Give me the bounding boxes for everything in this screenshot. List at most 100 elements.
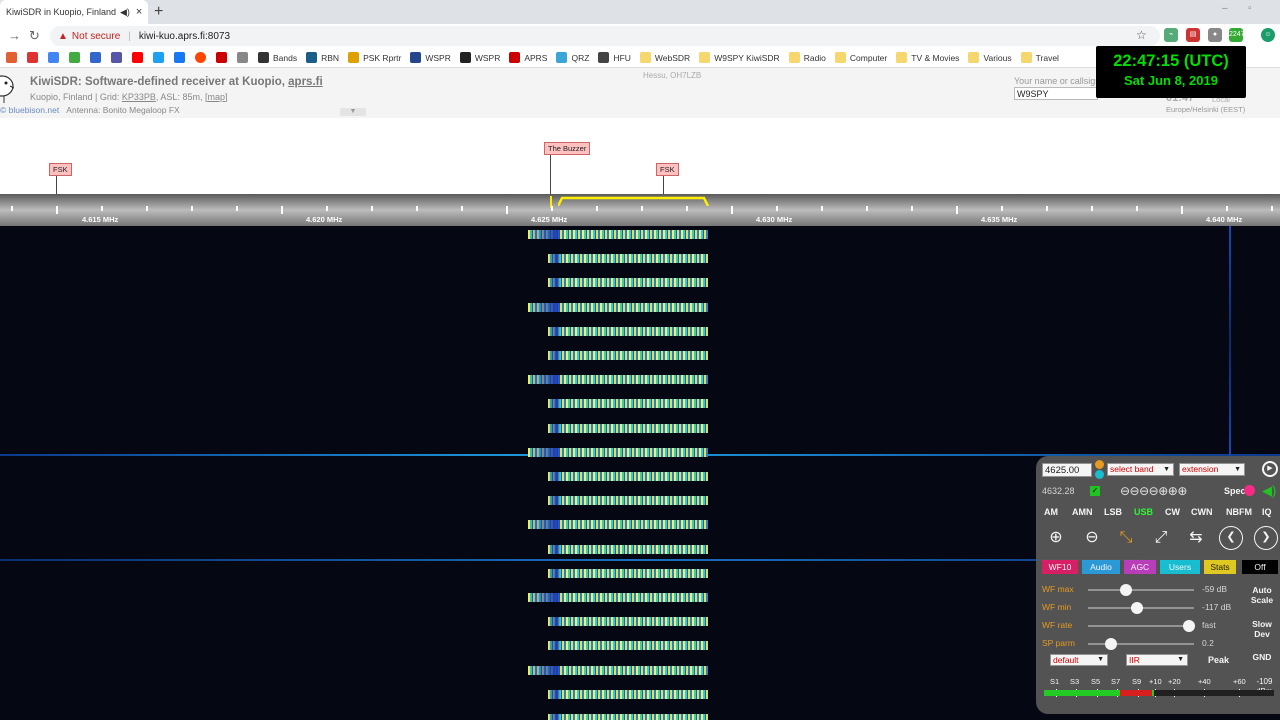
play-icon[interactable]: ▶ bbox=[1262, 461, 1278, 477]
dx-label-buzzer[interactable]: The Buzzer bbox=[544, 142, 591, 155]
collapse-arrow-icon[interactable]: ▼ bbox=[340, 108, 366, 116]
minimize-icon[interactable]: – bbox=[1222, 3, 1228, 14]
antenna-icon[interactable] bbox=[237, 52, 248, 63]
bookmark-icon[interactable] bbox=[216, 52, 227, 63]
mode-button-cwn[interactable]: CWN bbox=[1191, 507, 1213, 517]
zoom-max-icon[interactable]: ⤢ bbox=[1149, 526, 1173, 550]
bookmark-item[interactable]: Computer bbox=[834, 52, 887, 63]
slider-knob[interactable] bbox=[1182, 620, 1195, 632]
slow-dev-button[interactable]: Slow Dev bbox=[1246, 619, 1278, 639]
dx-label-fsk[interactable]: FSK bbox=[656, 163, 679, 176]
profile-icon[interactable]: ☺ bbox=[1261, 28, 1275, 42]
panel-tab-users[interactable]: Users bbox=[1160, 560, 1200, 574]
google-icon[interactable] bbox=[48, 52, 59, 63]
passband-marker[interactable] bbox=[558, 196, 710, 206]
panel-tab-audio[interactable]: Audio bbox=[1082, 560, 1120, 574]
gnd-button[interactable]: GND bbox=[1246, 652, 1278, 662]
mode-button-iq[interactable]: IQ bbox=[1262, 507, 1272, 517]
zoom-in-icon[interactable]: ⊕ bbox=[1044, 526, 1068, 550]
frequency-input[interactable] bbox=[1042, 463, 1092, 477]
bookmark-star-icon[interactable]: ☆ bbox=[1136, 28, 1147, 42]
panel-tab-wf10[interactable]: WF10 bbox=[1042, 560, 1078, 574]
bookmark-item[interactable]: APRS bbox=[509, 52, 547, 63]
slider-label: SP parm bbox=[1042, 638, 1075, 648]
extension-icon[interactable]: ▤ bbox=[1186, 28, 1200, 42]
credit-link[interactable]: © bluebison.net bbox=[0, 105, 59, 115]
bookmark-item[interactable]: WSPR bbox=[459, 52, 500, 63]
memory-icon[interactable] bbox=[1095, 470, 1104, 479]
callsign-input[interactable] bbox=[1014, 87, 1098, 100]
close-tab-icon[interactable]: × bbox=[136, 6, 142, 18]
iir-dropdown[interactable]: IIR ▼ bbox=[1126, 654, 1188, 666]
zoom-out-icon[interactable]: ⊖ bbox=[1080, 526, 1104, 550]
bookmark-item[interactable]: HFU bbox=[598, 52, 631, 63]
mode-button-lsb[interactable]: LSB bbox=[1104, 507, 1122, 517]
peak-button[interactable]: Peak bbox=[1208, 655, 1229, 665]
frequency-scale[interactable]: 4.615 MHz 4.620 MHz 4.625 MHz 4.630 MHz … bbox=[0, 194, 1280, 226]
map-link[interactable]: map bbox=[207, 92, 225, 102]
bookmark-icon[interactable] bbox=[90, 52, 101, 63]
chevron-left-icon[interactable]: ❮ bbox=[1219, 526, 1243, 550]
panel-tab-stats[interactable]: Stats bbox=[1204, 560, 1236, 574]
auto-scale-button[interactable]: Auto Scale bbox=[1246, 585, 1278, 605]
slider-knob[interactable] bbox=[1130, 602, 1143, 614]
dx-label-fsk[interactable]: FSK bbox=[49, 163, 72, 176]
twitter-icon[interactable] bbox=[153, 52, 164, 63]
new-tab-icon[interactable]: + bbox=[154, 3, 163, 21]
gmail-icon[interactable] bbox=[27, 52, 38, 63]
grid-link[interactable]: KP33PB bbox=[122, 92, 156, 102]
checkbox-icon[interactable]: ✓ bbox=[1090, 486, 1100, 496]
bookmark-item[interactable]: TV & Movies bbox=[896, 52, 959, 63]
extension-icon[interactable]: ⌁ bbox=[1164, 28, 1178, 42]
reddit-icon[interactable] bbox=[195, 52, 206, 63]
mode-button-cw[interactable]: CW bbox=[1165, 507, 1180, 517]
maps-icon[interactable] bbox=[69, 52, 80, 63]
bookmark-item[interactable]: Various bbox=[968, 52, 1012, 63]
mode-button-usb[interactable]: USB bbox=[1134, 507, 1153, 517]
slider-track[interactable] bbox=[1088, 589, 1194, 591]
slider-track[interactable] bbox=[1088, 625, 1194, 627]
bookmark-item[interactable]: WSPR bbox=[410, 52, 451, 63]
bookmark-item[interactable]: W9SPY KiwiSDR bbox=[699, 52, 780, 63]
record-icon[interactable] bbox=[1244, 485, 1255, 496]
slider-knob[interactable] bbox=[1120, 584, 1133, 596]
spec-button[interactable]: Spec bbox=[1224, 486, 1246, 496]
zoom-step-buttons[interactable]: ⊖⊖⊖⊖⊕⊕⊕ bbox=[1120, 484, 1187, 498]
reload-icon[interactable]: ↻ bbox=[29, 28, 40, 44]
back-icon[interactable]: → bbox=[8, 28, 21, 43]
mode-button-amn[interactable]: AMN bbox=[1072, 507, 1093, 517]
bookmark-item[interactable]: Radio bbox=[788, 52, 826, 63]
bookmark-item[interactable]: Travel bbox=[1020, 52, 1059, 63]
bookmark-item[interactable]: Bands bbox=[258, 52, 297, 63]
youtube-icon[interactable] bbox=[132, 52, 143, 63]
bookmark-item[interactable]: RBN bbox=[306, 52, 339, 63]
slider-knob[interactable] bbox=[1105, 638, 1118, 650]
mode-button-nbfm[interactable]: NBFM bbox=[1226, 507, 1252, 517]
speaker-icon[interactable]: ◀) bbox=[1262, 483, 1276, 499]
extension-dropdown[interactable]: extension ▼ bbox=[1179, 463, 1245, 476]
facebook-icon[interactable] bbox=[174, 52, 185, 63]
bookmark-icon[interactable] bbox=[6, 52, 17, 63]
maximize-icon[interactable]: ▫ bbox=[1248, 3, 1252, 14]
waterfall-signal-row bbox=[528, 230, 708, 239]
extension-icon[interactable]: ● bbox=[1208, 28, 1222, 42]
address-bar[interactable]: ▲ Not secure | kiwi-kuo.aprs.fi:8073 bbox=[50, 26, 1160, 46]
lock-icon[interactable] bbox=[1095, 460, 1104, 469]
panel-tab-off[interactable]: Off bbox=[1242, 560, 1278, 574]
extension-badge-icon[interactable]: 2247 bbox=[1229, 28, 1245, 42]
zoom-to-band-icon[interactable]: ⤡ bbox=[1114, 526, 1138, 550]
slider-track[interactable] bbox=[1088, 643, 1194, 645]
chevron-right-icon[interactable]: ❯ bbox=[1254, 526, 1278, 550]
select-band-dropdown[interactable]: select band ▼ bbox=[1107, 463, 1174, 476]
bookmark-item[interactable]: PSK Rprtr bbox=[348, 52, 401, 63]
default-dropdown[interactable]: default ▼ bbox=[1050, 654, 1108, 666]
bookmark-item[interactable]: QRZ bbox=[556, 52, 589, 63]
aprs-link[interactable]: aprs.fi bbox=[288, 76, 323, 88]
panel-tab-agc[interactable]: AGC bbox=[1124, 560, 1156, 574]
bookmark-icon[interactable] bbox=[111, 52, 122, 63]
swap-icon[interactable]: ⇆ bbox=[1184, 526, 1208, 550]
speaker-icon[interactable]: ◀) bbox=[120, 7, 130, 18]
browser-tab[interactable]: KiwiSDR in Kuopio, Finland ( ◀) × bbox=[0, 0, 148, 24]
mode-button-am[interactable]: AM bbox=[1044, 507, 1058, 517]
bookmark-item[interactable]: WebSDR bbox=[639, 52, 690, 63]
